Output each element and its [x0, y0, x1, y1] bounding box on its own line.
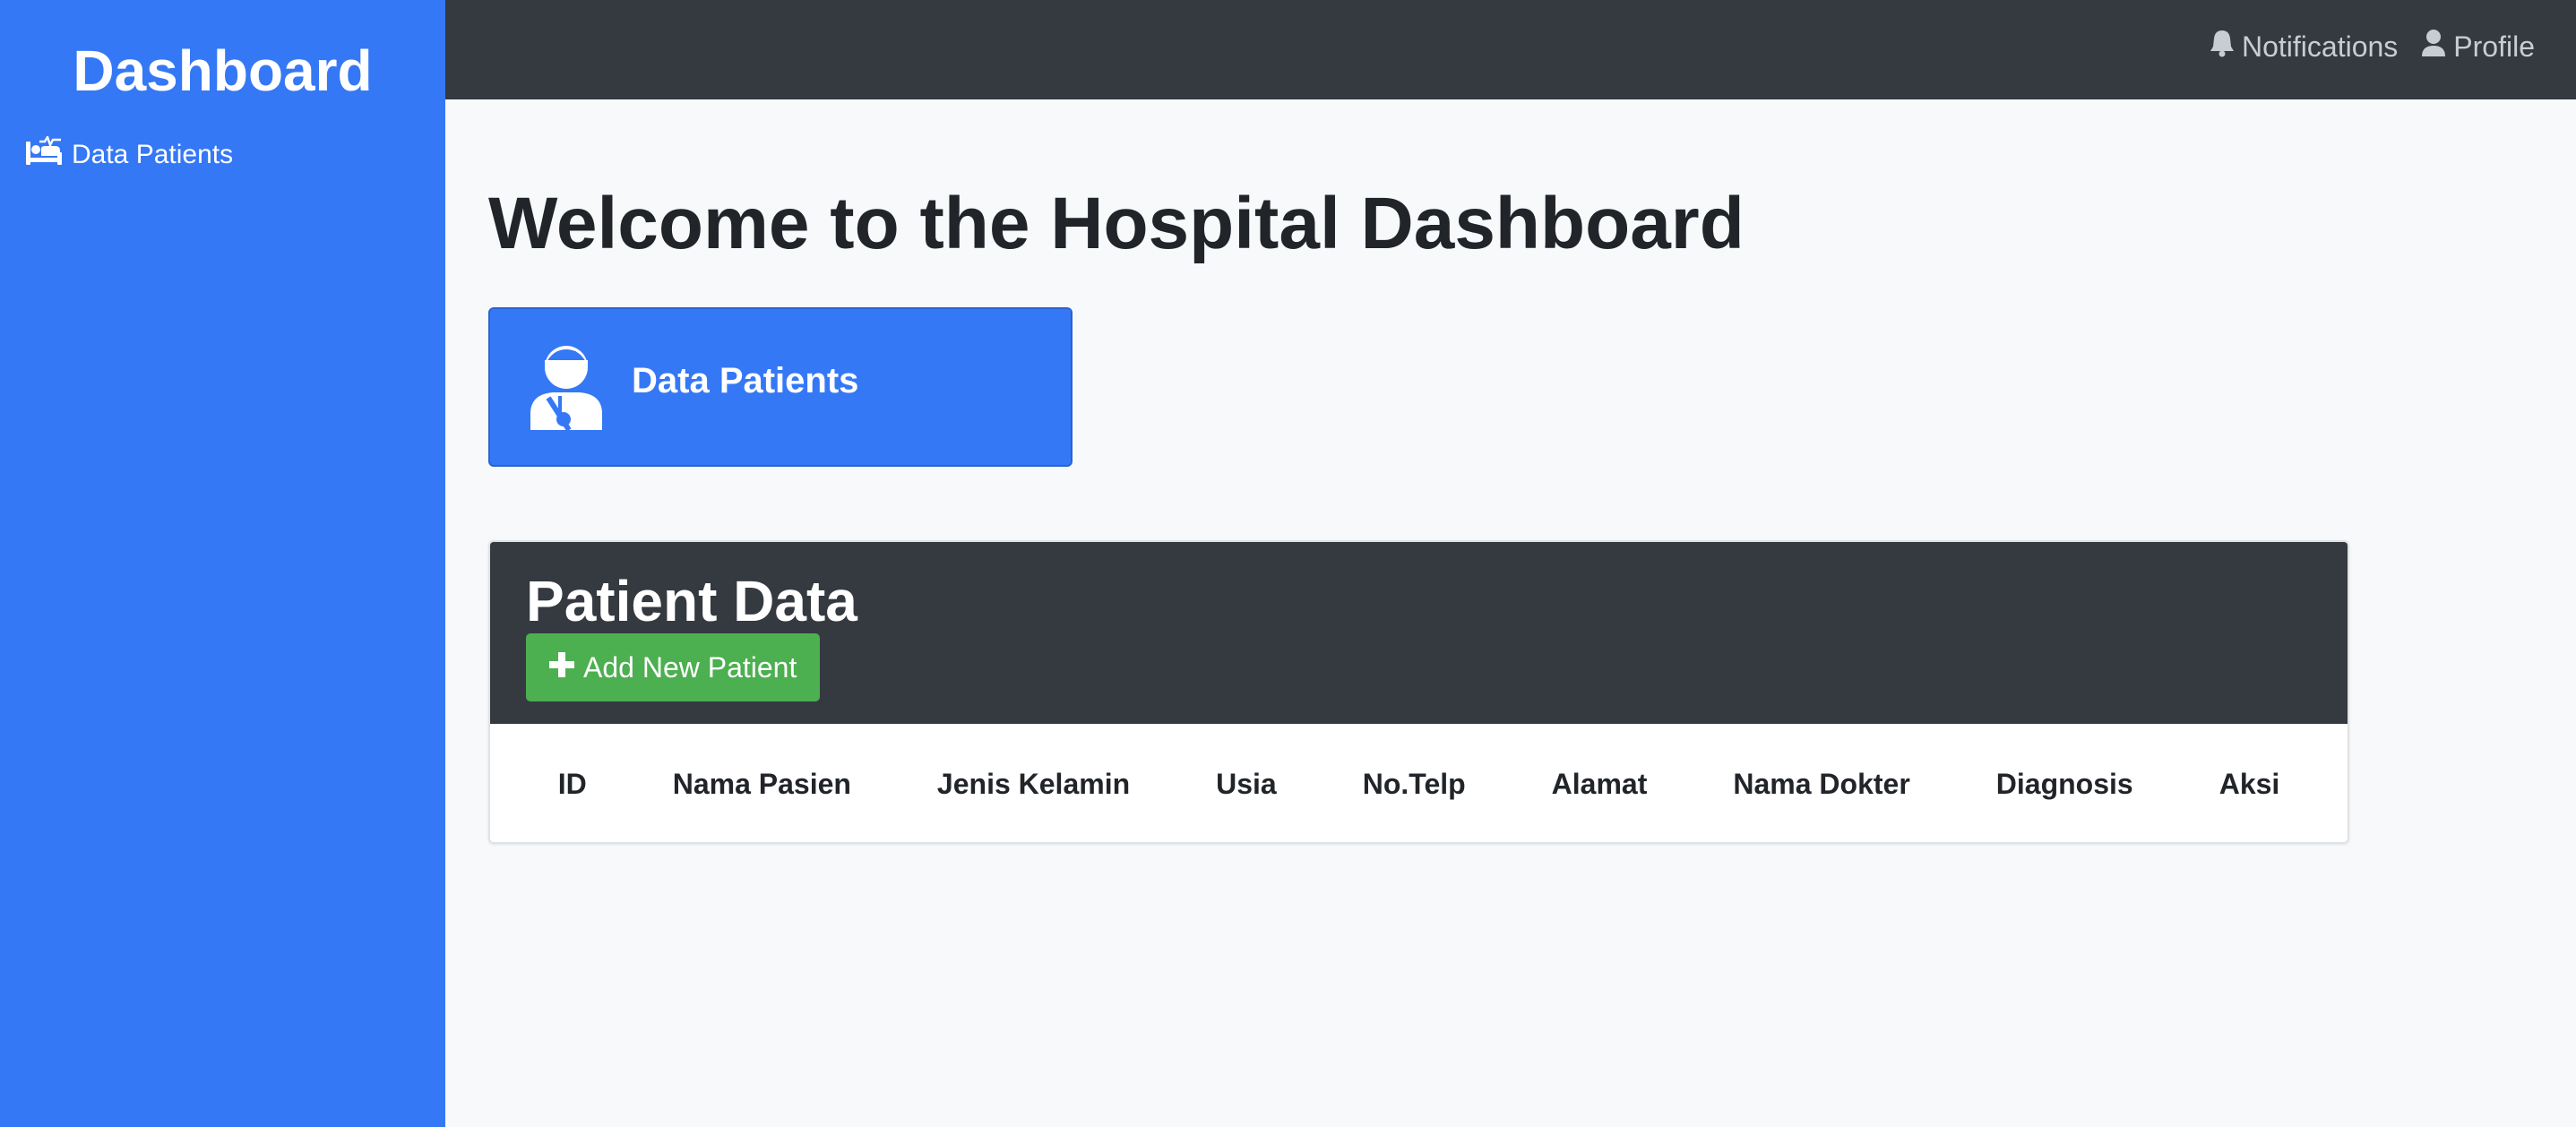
data-patients-card[interactable]: Data Patients — [488, 307, 1073, 467]
column-header-jenis-kelamin: Jenis Kelamin — [936, 767, 1131, 800]
profile-label: Profile — [2453, 30, 2535, 63]
bed-pulse-icon — [25, 134, 63, 174]
column-header-aksi: Aksi — [2218, 767, 2280, 800]
page-title: Welcome to the Hospital Dashboard — [488, 183, 1745, 264]
add-button-label: Add New Patient — [583, 650, 797, 684]
profile-link[interactable]: Profile — [2421, 29, 2535, 65]
sidebar-item-data-patients[interactable]: Data Patients — [25, 134, 234, 174]
bell-icon — [2210, 29, 2235, 65]
topbar: Notifications Profile — [445, 0, 2576, 99]
notifications-link[interactable]: Notifications — [2210, 29, 2398, 65]
plus-icon — [549, 651, 574, 684]
column-header-nama-dokter: Nama Dokter — [1733, 767, 1910, 800]
topbar-nav: Notifications Profile — [2210, 29, 2535, 65]
panel-header: Patient Data Add New Patient — [490, 542, 2348, 724]
sidebar-title: Dashboard — [73, 39, 373, 103]
user-icon — [2421, 29, 2446, 65]
table-header-row: ID Nama Pasien Jenis Kelamin Usia No.Tel… — [490, 724, 2348, 842]
column-header-alamat: Alamat — [1551, 767, 1648, 800]
column-header-no-telp: No.Telp — [1362, 767, 1466, 800]
panel-title: Patient Data — [526, 569, 857, 633]
notifications-label: Notifications — [2242, 30, 2399, 63]
patient-data-panel: Patient Data Add New Patient ID Nama Pas… — [488, 540, 2349, 844]
column-header-usia: Usia — [1216, 767, 1277, 800]
main-content: Welcome to the Hospital Dashboard Data P… — [488, 179, 1745, 467]
card-label: Data Patients — [632, 360, 859, 400]
sidebar: Dashboard Data Patients — [0, 0, 445, 1127]
column-header-diagnosis: Diagnosis — [1995, 767, 2133, 800]
column-header-id: ID — [557, 767, 587, 800]
add-new-patient-button[interactable]: Add New Patient — [526, 633, 821, 701]
injured-patient-icon — [526, 342, 607, 432]
column-header-nama-pasien: Nama Pasien — [672, 767, 851, 800]
sidebar-item-label: Data Patients — [72, 140, 234, 169]
